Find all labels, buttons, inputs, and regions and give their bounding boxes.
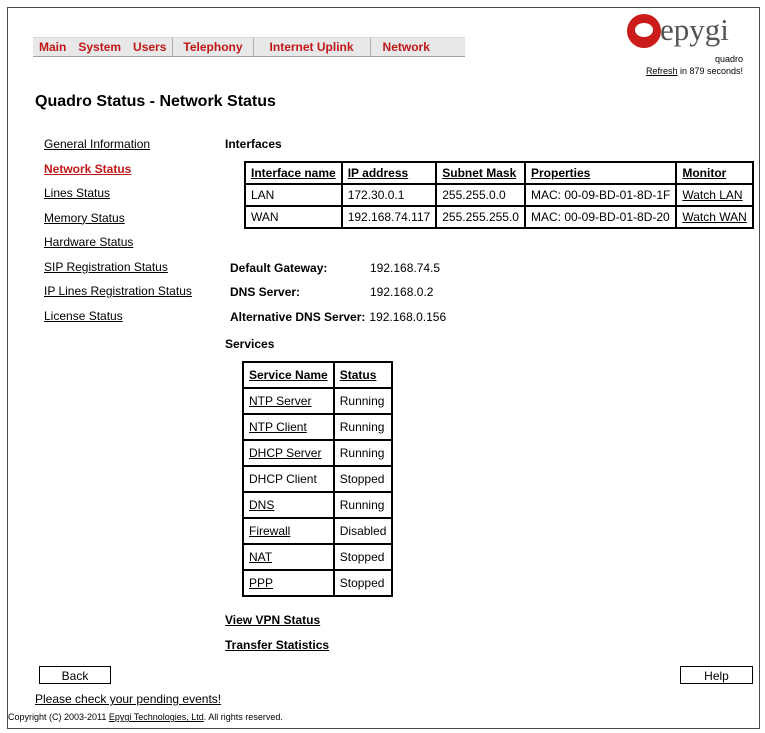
service-status-cell: Running	[333, 440, 393, 466]
services-heading: Services	[225, 337, 275, 351]
table-row: WAN 192.168.74.117 255.255.255.0 MAC: 00…	[245, 206, 753, 228]
table-row: NAT Stopped	[243, 544, 393, 570]
menu-item-network[interactable]: Network	[371, 38, 442, 56]
dns-server-value: 192.168.0.2	[370, 285, 434, 299]
alt-dns-server-label: Alternative DNS Server:	[230, 310, 366, 324]
table-row: PPP Stopped	[243, 570, 393, 596]
subnet-mask-cell: 255.255.255.0	[436, 206, 525, 228]
sidebar-item-general-information[interactable]: General Information	[44, 137, 192, 162]
default-gateway-row: Default Gateway: 192.168.74.5	[230, 261, 440, 275]
column-header-status[interactable]: Status	[333, 362, 393, 388]
back-button[interactable]: Back	[39, 666, 111, 684]
product-name: quadro	[714, 54, 743, 64]
service-ntp-client-link[interactable]: NTP Client	[243, 414, 334, 440]
status-sidebar: General Information Network Status Lines…	[44, 137, 192, 333]
properties-cell: MAC: 00-09-BD-01-8D-20	[524, 206, 677, 228]
main-menu: Main System Users Telephony Internet Upl…	[33, 37, 465, 57]
service-dhcp-server-link[interactable]: DHCP Server	[243, 440, 334, 466]
sidebar-item-ip-lines-registration-status[interactable]: IP Lines Registration Status	[44, 284, 192, 309]
copyright-text: Copyright (C) 2003-2011 Epygi Technologi…	[8, 712, 283, 722]
watch-lan-link[interactable]: Watch LAN	[676, 184, 753, 206]
view-vpn-status-link[interactable]: View VPN Status	[225, 613, 320, 627]
dns-server-label: DNS Server:	[230, 285, 301, 299]
service-status-cell: Running	[333, 492, 393, 518]
interfaces-heading: Interfaces	[225, 137, 282, 151]
table-row: DNS Running	[243, 492, 393, 518]
properties-cell: MAC: 00-09-BD-01-8D-1F	[524, 184, 677, 206]
service-dhcp-client-label: DHCP Client	[243, 466, 334, 492]
interfaces-table: Interface name IP address Subnet Mask Pr…	[244, 161, 754, 229]
services-table: Service Name Status NTP Server Running N…	[242, 361, 394, 597]
pending-events-link[interactable]: Please check your pending events!	[35, 692, 221, 706]
sidebar-item-lines-status[interactable]: Lines Status	[44, 186, 192, 211]
refresh-link[interactable]: Refresh	[646, 66, 678, 76]
service-nat-link[interactable]: NAT	[243, 544, 334, 570]
menu-item-internet-uplink[interactable]: Internet Uplink	[254, 38, 371, 56]
service-status-cell: Running	[333, 414, 393, 440]
menu-item-telephony[interactable]: Telephony	[173, 38, 254, 56]
menu-item-users[interactable]: Users	[127, 38, 174, 56]
logo-brand-text: epygi	[660, 12, 729, 47]
sidebar-item-memory-status[interactable]: Memory Status	[44, 211, 192, 236]
sidebar-item-sip-registration-status[interactable]: SIP Registration Status	[44, 260, 192, 285]
interface-name-cell: WAN	[245, 206, 342, 228]
sidebar-item-network-status[interactable]: Network Status	[44, 162, 192, 187]
service-status-cell: Stopped	[333, 570, 393, 596]
table-row: LAN 172.30.0.1 255.255.0.0 MAC: 00-09-BD…	[245, 184, 753, 206]
column-header-monitor[interactable]: Monitor	[676, 162, 753, 184]
subnet-mask-cell: 255.255.0.0	[436, 184, 525, 206]
table-row: DHCP Client Stopped	[243, 466, 393, 492]
table-row: NTP Server Running	[243, 388, 393, 414]
interface-name-cell: LAN	[245, 184, 342, 206]
table-row: DHCP Server Running	[243, 440, 393, 466]
transfer-statistics-link[interactable]: Transfer Statistics	[225, 638, 329, 652]
help-button[interactable]: Help	[680, 666, 753, 684]
default-gateway-label: Default Gateway:	[230, 261, 328, 275]
service-status-cell: Stopped	[333, 544, 393, 570]
page-title: Quadro Status - Network Status	[35, 93, 276, 110]
dns-server-row: DNS Server: 192.168.0.2	[230, 285, 433, 299]
service-status-cell: Running	[333, 388, 393, 414]
service-ntp-server-link[interactable]: NTP Server	[243, 388, 334, 414]
column-header-subnet-mask[interactable]: Subnet Mask	[436, 162, 525, 184]
ip-address-cell: 172.30.0.1	[341, 184, 437, 206]
alt-dns-server-value: 192.168.0.156	[369, 310, 447, 324]
ip-address-cell: 192.168.74.117	[341, 206, 437, 228]
alt-dns-server-row: Alternative DNS Server: 192.168.0.156	[230, 310, 446, 324]
table-header-row: Interface name IP address Subnet Mask Pr…	[245, 162, 753, 184]
column-header-ip-address[interactable]: IP address	[341, 162, 437, 184]
sidebar-item-license-status[interactable]: License Status	[44, 309, 192, 334]
column-header-properties[interactable]: Properties	[524, 162, 677, 184]
service-ppp-link[interactable]: PPP	[243, 570, 334, 596]
service-firewall-link[interactable]: Firewall	[243, 518, 334, 544]
refresh-suffix: in 879 seconds!	[677, 66, 743, 76]
service-dns-link[interactable]: DNS	[243, 492, 334, 518]
menu-item-system[interactable]: System	[72, 38, 127, 56]
table-header-row: Service Name Status	[243, 362, 393, 388]
column-header-service-name[interactable]: Service Name	[243, 362, 334, 388]
column-header-interface-name[interactable]: Interface name	[245, 162, 342, 184]
service-status-cell: Stopped	[333, 466, 393, 492]
company-link[interactable]: Epygi Technologies, Ltd	[109, 712, 204, 722]
table-row: NTP Client Running	[243, 414, 393, 440]
menu-item-main[interactable]: Main	[33, 38, 72, 56]
service-status-cell: Disabled	[333, 518, 393, 544]
sidebar-item-hardware-status[interactable]: Hardware Status	[44, 235, 192, 260]
watch-wan-link[interactable]: Watch WAN	[676, 206, 753, 228]
epygi-logo: epygi	[627, 14, 745, 52]
table-row: Firewall Disabled	[243, 518, 393, 544]
refresh-countdown: Refresh in 879 seconds!	[646, 66, 743, 76]
default-gateway-value: 192.168.74.5	[370, 261, 441, 275]
